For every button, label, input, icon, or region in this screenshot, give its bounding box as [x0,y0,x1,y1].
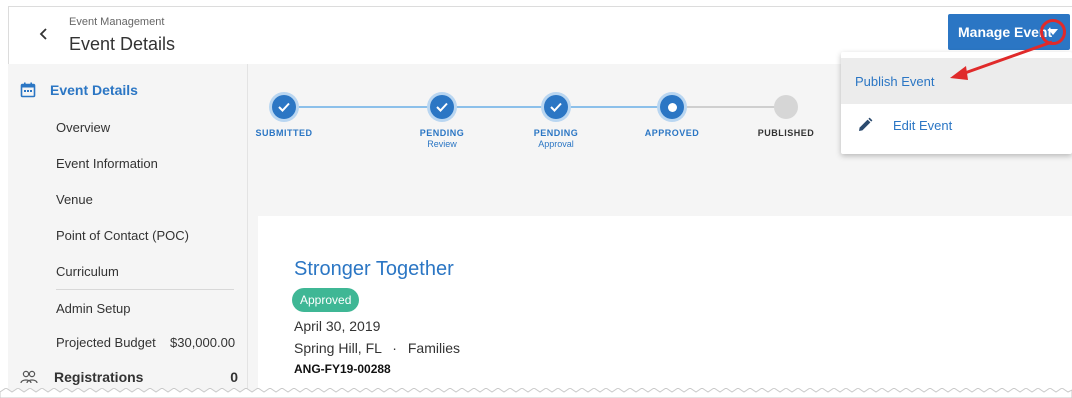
event-location-line: Spring Hill, FL · Families [294,340,460,356]
sidebar-item-overview[interactable]: Overview [56,120,110,135]
step-label-pending-approval: PENDING [533,128,579,138]
sidebar-header-label: Event Details [50,82,138,98]
menu-item-publish-event[interactable]: Publish Event [841,58,1072,104]
sidebar-item-registrations[interactable]: Registrations 0 [20,369,238,385]
budget-value: $30,000.00 [170,335,236,350]
stepper-remaining-line [684,106,778,108]
menu-item-label: Publish Event [855,73,935,89]
page-title: Event Details [69,34,176,54]
step-pending-review [430,95,454,119]
back-button[interactable] [31,21,57,47]
sidebar-item-projected-budget[interactable]: Projected Budget [56,335,156,350]
step-sub-approval: Approval [538,139,574,149]
event-id: ANG-FY19-00288 [294,362,391,376]
manage-event-label: Manage Event [958,24,1053,40]
check-icon [278,102,290,112]
status-badge: Approved [292,288,360,312]
step-approved [660,95,684,119]
people-icon [20,370,38,384]
menu-item-edit-event[interactable]: Edit Event [841,102,1072,148]
event-name: Stronger Together [294,258,454,280]
step-pending-approval [544,95,568,119]
step-sub-review: Review [427,139,457,149]
step-published [774,95,798,119]
sidebar-item-admin-setup[interactable]: Admin Setup [56,301,130,316]
step-label-pending-review: PENDING [419,128,465,138]
registrations-count: 0 [230,369,238,385]
caret-down-icon [1048,29,1058,35]
sidebar-item-curriculum[interactable]: Curriculum [56,264,119,279]
sidebar-item-venue[interactable]: Venue [56,192,93,207]
sidebar: Event Details Overview Event Information… [8,64,248,398]
chevron-left-icon [39,28,47,40]
step-label-submitted: SUBMITTED [255,128,313,138]
manage-event-button[interactable]: Manage Event [948,14,1070,50]
manage-event-menu: Publish Event Edit Event [841,52,1072,154]
dropdown-toggle[interactable] [1040,19,1066,45]
event-date: April 30, 2019 [294,318,381,334]
sidebar-item-poc[interactable]: Point of Contact (POC) [56,228,189,243]
step-label-published: PUBLISHED [757,128,815,138]
event-location: Spring Hill, FL [294,340,382,356]
event-audience: Families [407,340,460,356]
step-submitted [272,95,296,119]
step-label-approved: APPROVED [644,128,700,138]
stepper-progress-line [284,106,660,108]
separator-dot: · [392,340,397,356]
check-icon [436,102,448,112]
breadcrumb[interactable]: Event Management [69,16,164,28]
sidebar-item-event-information[interactable]: Event Information [56,156,158,171]
registrations-label: Registrations [54,369,144,385]
check-icon [550,102,562,112]
current-step-dot [667,102,677,112]
torn-edge-divider [0,388,1072,398]
event-card: Stronger Together Approved April 30, 201… [258,216,1072,398]
sidebar-item-event-details[interactable]: Event Details [20,82,138,98]
pencil-icon [859,117,873,131]
calendar-icon [20,82,36,98]
sidebar-divider [56,289,234,290]
menu-item-label: Edit Event [893,117,953,133]
